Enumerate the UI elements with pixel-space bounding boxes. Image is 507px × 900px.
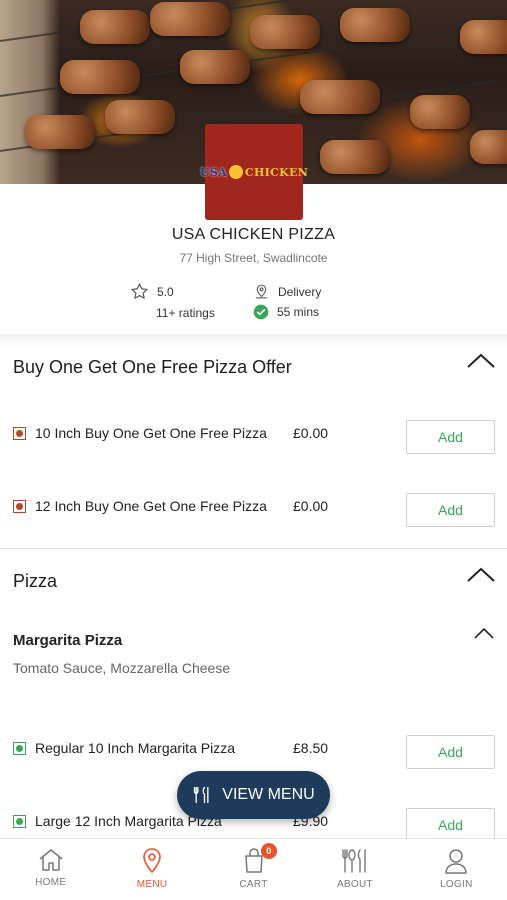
veg-icon bbox=[13, 741, 26, 755]
nav-label: LOGIN bbox=[440, 879, 473, 890]
cart-badge: 0 bbox=[260, 843, 277, 859]
item-price: £0.00 bbox=[293, 425, 329, 441]
section-divider bbox=[0, 548, 507, 549]
add-button[interactable]: Add bbox=[406, 808, 495, 842]
bottom-nav: HOME MENU 0 CART ABOUT LOGIN bbox=[0, 838, 507, 900]
cutlery-icon bbox=[194, 786, 209, 804]
add-button[interactable]: Add bbox=[406, 493, 495, 527]
add-button[interactable]: Add bbox=[406, 735, 495, 769]
logo-text-right: CHICKEN bbox=[244, 165, 309, 179]
rating-value: 5.0 bbox=[157, 284, 174, 299]
section-title-offer: Buy One Get One Free Pizza Offer bbox=[13, 357, 292, 377]
check-circle-icon bbox=[253, 304, 269, 320]
non-veg-icon bbox=[13, 426, 26, 440]
menu-item: 12 Inch Buy One Get One Free Pizza bbox=[13, 498, 267, 514]
star-icon bbox=[131, 283, 148, 299]
veg-icon bbox=[13, 814, 26, 828]
view-menu-label: VIEW MENU bbox=[222, 786, 315, 803]
home-icon bbox=[39, 849, 63, 871]
nav-home[interactable]: HOME bbox=[0, 839, 101, 900]
menu-item: 10 Inch Buy One Get One Free Pizza bbox=[13, 425, 267, 441]
non-veg-icon bbox=[13, 499, 26, 513]
delivery-time: 55 mins bbox=[277, 305, 320, 319]
user-icon bbox=[445, 849, 468, 874]
nav-label: ABOUT bbox=[336, 879, 373, 890]
nav-label: CART bbox=[239, 879, 268, 890]
location-pin-icon bbox=[143, 848, 161, 874]
item-name: 12 Inch Buy One Get One Free Pizza bbox=[35, 498, 267, 514]
subsection-title: Margarita Pizza bbox=[13, 632, 123, 649]
subsection-description: Tomato Sauce, Mozzarella Cheese bbox=[13, 660, 231, 676]
chevron-up-icon[interactable] bbox=[466, 566, 496, 584]
delivery-label: Delivery bbox=[278, 284, 322, 299]
restaurant-logo: USA CHICKEN bbox=[200, 124, 308, 220]
item-name: 10 Inch Buy One Get One Free Pizza bbox=[35, 425, 267, 441]
nav-login[interactable]: LOGIN bbox=[406, 839, 507, 900]
nav-about[interactable]: ABOUT bbox=[304, 839, 405, 900]
section-title-pizza: Pizza bbox=[13, 571, 58, 591]
section-shadow bbox=[0, 334, 507, 348]
item-price: £8.50 bbox=[293, 740, 329, 756]
nav-menu[interactable]: MENU bbox=[101, 839, 202, 900]
location-pin-icon bbox=[255, 284, 268, 299]
chicken-icon bbox=[228, 165, 243, 179]
chevron-up-icon[interactable] bbox=[466, 352, 496, 370]
delivery-info: Delivery bbox=[253, 283, 321, 300]
ratings-count: 11+ ratings bbox=[156, 306, 215, 320]
rating-info: 5.0 bbox=[130, 282, 174, 301]
item-name: Regular 10 Inch Margarita Pizza bbox=[35, 740, 235, 756]
nav-cart[interactable]: 0 CART bbox=[203, 839, 304, 900]
logo-text-left: USA bbox=[199, 165, 227, 179]
ratings-count-info: 11+ ratings bbox=[156, 306, 215, 320]
restaurant-name: USA CHICKEN PIZZA bbox=[171, 226, 336, 243]
nav-label: MENU bbox=[136, 879, 168, 890]
view-menu-button[interactable]: VIEW MENU bbox=[177, 771, 330, 819]
cutlery-icon bbox=[342, 849, 366, 873]
delivery-time-info: 55 mins bbox=[253, 304, 319, 320]
add-button[interactable]: Add bbox=[406, 420, 495, 454]
restaurant-address: 77 High Street, Swadlincote bbox=[179, 251, 328, 265]
item-price: £0.00 bbox=[293, 498, 329, 514]
menu-item: Regular 10 Inch Margarita Pizza bbox=[13, 740, 235, 756]
nav-label: HOME bbox=[35, 877, 67, 888]
chevron-up-icon[interactable] bbox=[473, 627, 495, 640]
